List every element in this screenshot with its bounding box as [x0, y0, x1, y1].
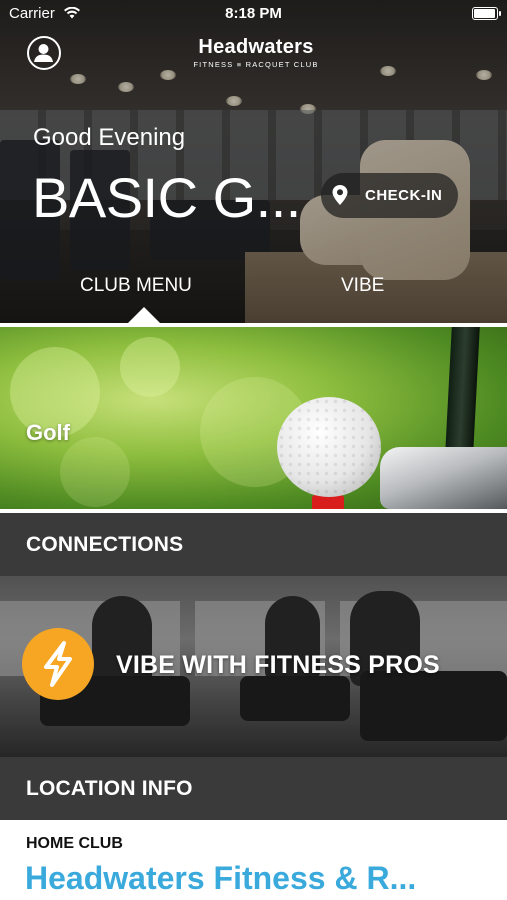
user-circle-icon [34, 44, 53, 62]
logo-title: Headwaters [198, 36, 314, 58]
check-in-button[interactable]: CHECK-IN [321, 173, 458, 218]
golf-card-title: Golf [26, 420, 70, 445]
home-club-link[interactable]: Headwaters Fitness & R... [25, 860, 416, 897]
vibe-card-title: VIBE WITH FITNESS PROS [116, 651, 440, 679]
member-name: BASIC G... [32, 166, 301, 229]
tab-vibe[interactable]: VIBE [341, 275, 384, 297]
map-pin-icon [332, 185, 348, 205]
logo-subtitle: FITNESS ≡ RACQUET CLUB [193, 60, 319, 69]
vibe-with-fitness-pros-card[interactable]: VIBE WITH FITNESS PROS [0, 576, 507, 757]
status-bar: Carrier 8:18 PM [0, 0, 507, 28]
selected-tab-indicator [128, 307, 160, 323]
tab-club-menu[interactable]: CLUB MENU [80, 275, 192, 297]
connections-header: CONNECTIONS [0, 513, 507, 576]
check-in-label: CHECK-IN [365, 187, 443, 204]
greeting-text: Good Evening [33, 124, 186, 151]
location-info-header: LOCATION INFO [0, 757, 507, 820]
clock: 8:18 PM [225, 5, 282, 22]
hero-banner: Carrier 8:18 PM Headwaters FITNESS ≡ RAC… [0, 0, 507, 323]
golf-ball-image [277, 397, 381, 497]
vibe-badge [22, 628, 94, 700]
club-logo: Headwaters FITNESS ≡ RACQUET CLUB [186, 36, 326, 69]
battery-icon [472, 7, 501, 20]
home-club-label: HOME CLUB [26, 835, 123, 852]
profile-button[interactable] [27, 36, 61, 70]
golf-card[interactable]: Golf [0, 327, 507, 509]
lightning-bolt-icon [44, 641, 72, 687]
